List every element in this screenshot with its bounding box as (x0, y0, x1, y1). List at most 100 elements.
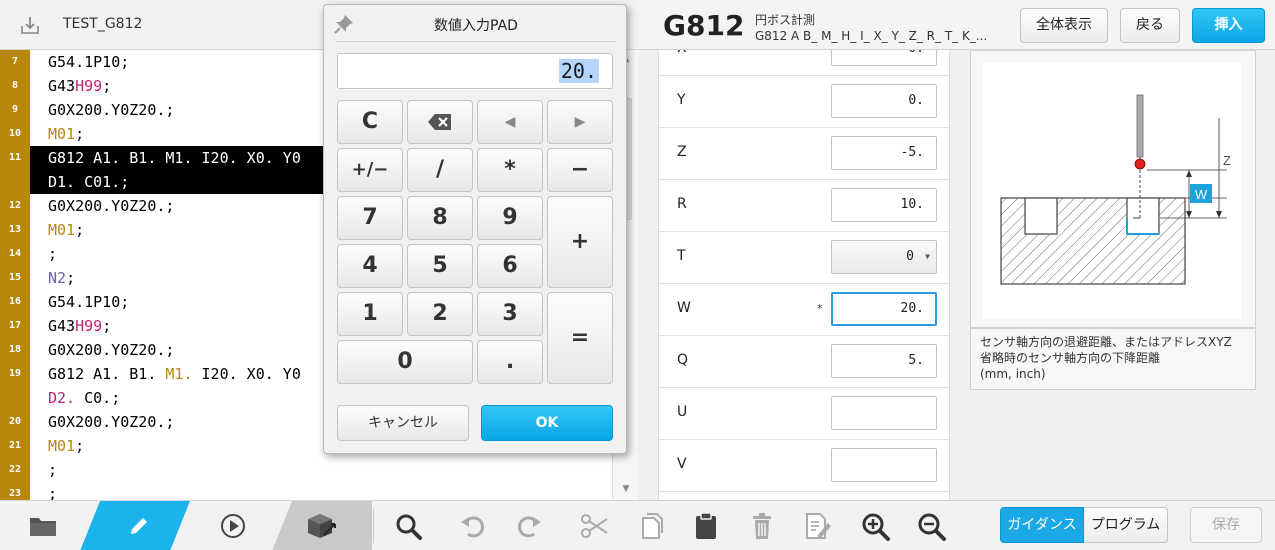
clipboard-icon (696, 512, 716, 539)
key-3[interactable]: 3 (477, 292, 543, 336)
key-6[interactable]: 6 (477, 244, 543, 288)
key-2[interactable]: 2 (407, 292, 473, 336)
line-number: 12 (8, 200, 22, 211)
param-row-v: V (659, 440, 949, 492)
param-input[interactable]: 20. (831, 292, 937, 326)
tab-edit[interactable] (100, 501, 188, 550)
line-text: G812 A1. B1. M1. I20. X0. Y0 (48, 146, 301, 170)
param-row-r: R 10. (659, 180, 949, 232)
param-input[interactable]: 10. (831, 188, 937, 222)
key-divide[interactable]: / (407, 148, 473, 192)
line-number: 22 (8, 464, 22, 475)
paste-button[interactable] (689, 501, 725, 550)
key-dot[interactable]: . (477, 340, 543, 384)
code-line[interactable]: 22; (0, 458, 612, 482)
param-value: 20. (900, 301, 924, 316)
cancel-button[interactable]: キャンセル (337, 405, 469, 441)
code-token: G54.1P10; (48, 53, 130, 71)
key-left[interactable]: ◀ (477, 100, 543, 144)
key-minus[interactable]: − (547, 148, 613, 192)
code-token: ; (75, 125, 85, 143)
code-token: G812 A1. B1. (48, 365, 166, 383)
code-token: M01 (48, 125, 76, 143)
line-text: M01; (48, 218, 84, 242)
insert-button[interactable]: 挿入 (1192, 8, 1265, 43)
key-5[interactable]: 5 (407, 244, 473, 288)
key-multiply[interactable]: * (477, 148, 543, 192)
download-icon[interactable] (20, 15, 40, 35)
copy-button[interactable] (634, 501, 670, 550)
code-token: M01 (48, 221, 76, 239)
key-0[interactable]: 0 (337, 340, 473, 384)
redo-button[interactable] (512, 501, 548, 550)
folder-icon (30, 518, 56, 536)
param-input[interactable]: -5. (831, 136, 937, 170)
param-select[interactable]: 0 ▼ (831, 240, 937, 274)
zoom-in-button[interactable] (858, 501, 894, 550)
code-token: D1. C01.; (48, 173, 130, 191)
line-text: ; (48, 482, 57, 500)
dropdown-arrow-icon: ▼ (925, 252, 930, 261)
tab-3d[interactable] (290, 501, 370, 550)
line-text: G812 A1. B1. M1. I20. X0. Y0 (48, 362, 301, 386)
key-8[interactable]: 8 (407, 196, 473, 240)
guidance-figure: W Z (970, 50, 1256, 328)
param-input[interactable]: 0. (831, 50, 937, 66)
param-input[interactable]: 5. (831, 344, 937, 378)
code-token: D2. (48, 389, 76, 407)
tab-simulate[interactable] (190, 501, 278, 550)
line-number: 20 (8, 416, 22, 427)
line-number: 16 (8, 296, 22, 307)
w-dimension-label: W (1195, 187, 1208, 202)
param-label: V (677, 456, 687, 472)
code-token: G0X200.Y0Z20.; (48, 413, 175, 431)
program-toggle[interactable]: プログラム (1084, 507, 1168, 543)
key-plus[interactable]: + (547, 196, 613, 288)
tab-file[interactable] (0, 501, 88, 550)
backspace-icon (428, 114, 451, 130)
key-clear[interactable]: C (337, 100, 403, 144)
key-9[interactable]: 9 (477, 196, 543, 240)
cut-button[interactable] (576, 501, 612, 550)
zoom-out-icon (918, 513, 946, 541)
code-token: ; (48, 461, 58, 479)
guidance-toggle[interactable]: ガイダンス (1000, 507, 1084, 543)
back-button[interactable]: 戻る (1120, 8, 1180, 43)
key-sign[interactable]: +/− (337, 148, 403, 192)
line-text: G0X200.Y0Z20.; (48, 410, 174, 434)
key-7[interactable]: 7 (337, 196, 403, 240)
code-token: ; (48, 245, 58, 263)
command-name: 円ボス計測 (755, 13, 816, 27)
key-right[interactable]: ▶ (547, 100, 613, 144)
ok-button[interactable]: OK (481, 405, 613, 441)
param-value: 0. (908, 93, 924, 108)
code-line[interactable]: 23; (0, 482, 612, 500)
param-label: R (677, 196, 687, 212)
param-input[interactable]: 0. (831, 84, 937, 118)
code-token: G812 A1. B1. M1. I20. X0. Y0 (48, 149, 301, 167)
save-button[interactable]: 保存 (1190, 507, 1262, 543)
line-number (0, 170, 30, 194)
key-backspace[interactable] (407, 100, 473, 144)
param-input[interactable] (831, 448, 937, 482)
param-row-y: Y 0. (659, 76, 949, 128)
key-4[interactable]: 4 (337, 244, 403, 288)
line-text: G43H99; (48, 314, 111, 338)
key-equals[interactable]: = (547, 292, 613, 384)
line-text: M01; (48, 122, 84, 146)
edit-block-button[interactable] (800, 501, 836, 550)
scroll-down-icon[interactable]: ▼ (619, 484, 633, 496)
param-input[interactable] (831, 396, 937, 430)
param-row-t: T 0 ▼ (659, 232, 949, 284)
scissors-icon (581, 514, 608, 538)
show-all-button[interactable]: 全体表示 (1020, 8, 1108, 43)
key-1[interactable]: 1 (337, 292, 403, 336)
numpad-display[interactable]: 20. (337, 53, 613, 89)
zoom-out-button[interactable] (914, 501, 950, 550)
line-text: D2. C0.; (48, 386, 120, 410)
line-number (0, 386, 30, 410)
param-value: 10. (900, 197, 924, 212)
undo-button[interactable] (456, 501, 492, 550)
search-button[interactable] (392, 501, 428, 550)
delete-button[interactable] (745, 501, 781, 550)
